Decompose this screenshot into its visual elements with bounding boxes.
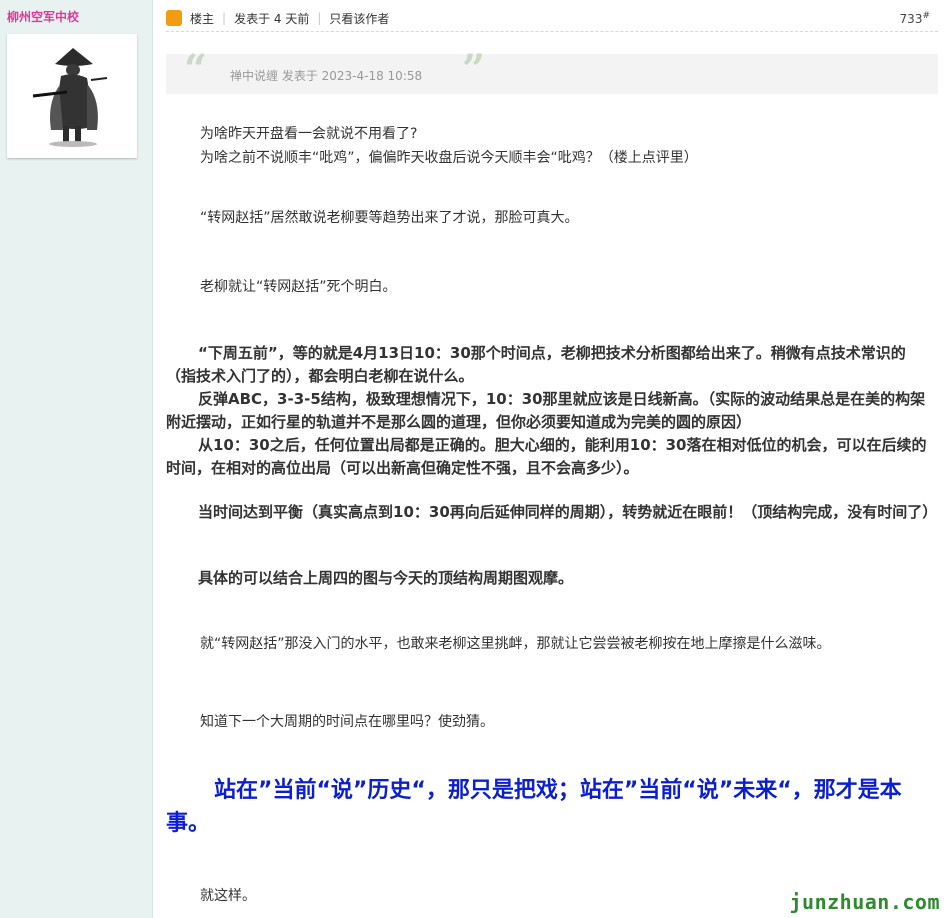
paragraph: 知道下一个大周期的时间点在哪里吗？使劲猜。 [200, 714, 494, 730]
floor-number-link[interactable]: 733# [900, 11, 930, 26]
author-username-link[interactable]: 柳州空军中校 [7, 8, 79, 25]
paragraph: 为啥之前不说顺丰“吡鸡”，偏偏昨天收盘后说今天顺丰会“吡鸡？（楼上点评里） [200, 150, 698, 166]
bold-paragraph: 具体的可以结合上周四的图与今天的顶结构周期图观摩。 [198, 569, 574, 587]
bold-paragraph: “下周五前”，等的就是4月13日10：30那个时间点，老柳把技术分析图都给出来了… [166, 344, 906, 385]
thread-starter-label: 楼主 [190, 11, 215, 26]
closing-line: 就这样。 [200, 888, 256, 904]
forum-post: 柳州空军中校 楼主 | 发表于 4 天前 | 只看该作者 733# “ 禅中说缠… [0, 0, 946, 918]
site-watermark: junzhuan.com [789, 890, 940, 914]
close-quote-icon: ” [462, 46, 486, 93]
floor-number: 733 [899, 12, 923, 26]
meta-separator: | [222, 11, 227, 25]
meta-separator: | [317, 11, 322, 25]
quote-attribution: 禅中说缠 发表于 2023-4-18 10:58 [230, 69, 423, 83]
paragraph: “转网赵括”居然敢说老柳要等趋势出来了才说，那脸可真大。 [200, 210, 579, 226]
author-avatar[interactable] [7, 34, 137, 158]
highlight-statement: 站在”当前“说”历史“，那只是把戏；站在”当前“说”未来“，那才是本事。 [166, 778, 902, 836]
quote-block: “ 禅中说缠 发表于 2023-4-18 10:58 ” [166, 50, 938, 94]
bold-paragraph: 当时间达到平衡（真实高点到10：30再向后延伸同样的周期），转势就近在眼前！（顶… [198, 503, 938, 521]
paragraph: 为啥昨天开盘看一会就说不用看了? [200, 126, 418, 142]
bold-paragraph: 反弹ABC，3-3-5结构，极致理想情况下，10：30那里就应该是日线新高。（实… [166, 390, 926, 431]
paragraph: 就“转网赵括”那没入门的水平，也敢来老柳这里挑衅，那就让它尝尝被老柳按在地上摩擦… [200, 636, 831, 652]
post-time: 发表于 4 天前 [234, 11, 310, 26]
avatar-swordsman-image [7, 34, 137, 158]
floor-hash: # [922, 11, 930, 21]
author-sidebar: 柳州空军中校 [0, 0, 153, 918]
bold-paragraph: 从10：30之后，任何位置出局都是正确的。胆大心细的，能利用10：30落在相对低… [166, 436, 927, 477]
paragraph: 老柳就让“转网赵括”死个明白。 [200, 279, 397, 295]
open-quote-icon: “ [184, 46, 208, 93]
view-author-only-link[interactable]: 只看该作者 [329, 10, 389, 27]
post-meta-bar: 楼主 | 发表于 4 天前 | 只看该作者 [166, 8, 389, 28]
header-divider [166, 31, 938, 32]
thread-starter-icon [166, 10, 182, 26]
